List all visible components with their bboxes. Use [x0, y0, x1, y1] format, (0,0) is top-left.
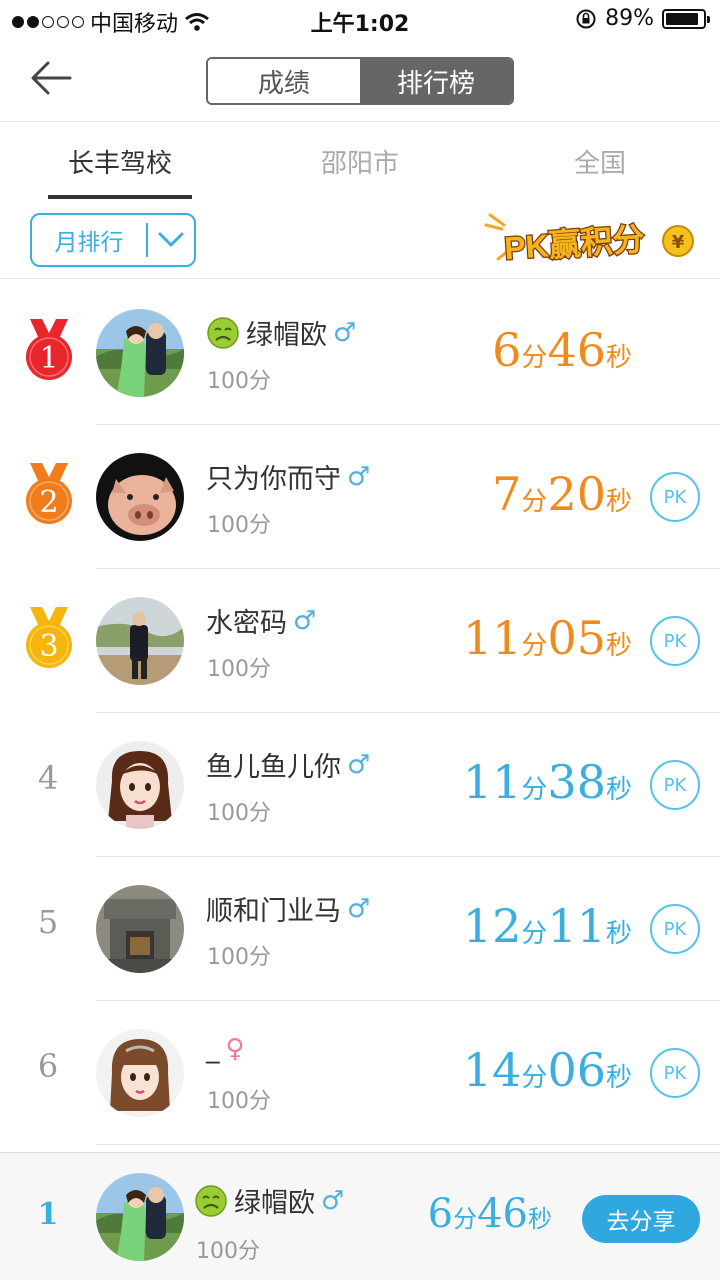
username: 绿帽欧 ♂ — [206, 313, 356, 352]
rotation-lock-icon — [576, 9, 596, 28]
segmented-control: 成绩 排行榜 — [206, 57, 514, 105]
sick-face-emoji-icon — [195, 1184, 227, 1217]
username: 水密码 ♂ — [206, 601, 316, 640]
male-gender-icon: ♂ — [333, 317, 357, 348]
completion-time: 11分38秒 — [462, 755, 632, 809]
filter-row: 月排行 PK赢积分 ¥ — [0, 201, 720, 279]
pk-challenge-button[interactable]: PK — [650, 904, 700, 954]
svg-text:3: 3 — [39, 629, 58, 664]
completion-time: 6分46秒 — [492, 323, 632, 377]
tab-national[interactable]: 全国 — [528, 143, 672, 180]
avatar[interactable] — [96, 885, 184, 973]
battery-percent: 89% — [605, 6, 654, 31]
user-score: 100分 — [207, 1089, 271, 1114]
battery-icon — [662, 8, 710, 29]
my-username: 绿帽欧 ♂ — [194, 1181, 344, 1220]
svg-text:2: 2 — [39, 485, 58, 520]
region-tabs: 长丰驾校 邵阳市 全国 — [0, 123, 720, 201]
male-gender-icon: ♂ — [293, 605, 317, 636]
avatar[interactable] — [96, 597, 184, 685]
avatar[interactable] — [96, 453, 184, 541]
rank-number: 6 — [37, 1047, 59, 1085]
pk-earn-points-banner[interactable]: PK赢积分 ¥ — [484, 211, 698, 269]
ranking-row[interactable]: 1 绿帽欧 ♂ 100分 6分46秒 — [0, 281, 720, 425]
completion-time: 7分20秒 — [492, 467, 632, 521]
avatar[interactable] — [96, 1029, 184, 1117]
username: 鱼儿鱼儿你 ♂ — [206, 745, 370, 784]
nav-bar: 成绩 排行榜 — [0, 40, 720, 122]
avatar[interactable] — [96, 309, 184, 397]
period-dropdown-label: 月排行 — [54, 230, 124, 256]
ranking-row[interactable]: 3 水密码 ♂ 100分 11分05秒 PK — [0, 569, 720, 713]
rank-number: 5 — [37, 903, 59, 941]
username-text: 水密码 — [206, 608, 287, 639]
ranking-row[interactable]: 4 鱼儿鱼儿你 ♂ 100分 11分38秒 PK — [0, 713, 720, 857]
ranking-row[interactable]: 5 顺和门业马 ♂ 100分 12分11秒 PK — [0, 857, 720, 1001]
avatar[interactable] — [96, 741, 184, 829]
male-gender-icon: ♂ — [321, 1185, 345, 1216]
svg-text:¥: ¥ — [672, 232, 685, 253]
username-text: _ — [206, 1033, 220, 1064]
female-gender-icon: ♀ — [225, 1033, 245, 1064]
battery-info: 89% — [575, 6, 710, 31]
segment-scores[interactable]: 成绩 — [208, 59, 360, 103]
male-gender-icon: ♂ — [347, 461, 371, 492]
period-dropdown[interactable]: 月排行 — [30, 213, 196, 267]
user-score: 100分 — [207, 801, 271, 826]
my-rank-number: 1 — [37, 1197, 59, 1232]
male-gender-icon: ♂ — [347, 749, 371, 780]
svg-text:PK赢积分: PK赢积分 — [503, 221, 646, 267]
username: _ ♀ — [206, 1033, 245, 1064]
svg-text:1: 1 — [39, 341, 58, 376]
username-text: 鱼儿鱼儿你 — [206, 752, 341, 783]
row-divider — [96, 1144, 720, 1145]
completion-time: 14分06秒 — [462, 1043, 632, 1097]
my-rank-bar: 1 绿帽欧 ♂ 100分 6分46秒 去分享 — [0, 1152, 720, 1280]
ranking-row[interactable]: 6 _ ♀ 100分 14分06秒 PK — [0, 1001, 720, 1145]
username-text: 顺和门业马 — [206, 896, 341, 927]
share-button[interactable]: 去分享 — [582, 1195, 700, 1243]
rank-medal-icon: 3 — [22, 605, 76, 671]
tab-school[interactable]: 长丰驾校 — [48, 143, 192, 180]
completion-time: 12分11秒 — [462, 899, 632, 953]
active-tab-indicator — [48, 195, 192, 199]
pk-challenge-button[interactable]: PK — [650, 616, 700, 666]
user-score: 100分 — [207, 945, 271, 970]
chevron-down-icon — [158, 232, 184, 247]
rank-medal-icon: 2 — [22, 461, 76, 527]
status-bar: 中国移动 上午1:02 89% — [0, 0, 720, 40]
pk-challenge-button[interactable]: PK — [650, 472, 700, 522]
male-gender-icon: ♂ — [347, 893, 371, 924]
completion-time: 11分05秒 — [462, 611, 632, 665]
username: 只为你而守 ♂ — [206, 457, 370, 496]
ranking-row[interactable]: 2 只为你而守 ♂ 100分 7分20秒 PK — [0, 425, 720, 569]
username: 顺和门业马 ♂ — [206, 889, 370, 928]
user-score: 100分 — [207, 657, 271, 682]
user-score: 100分 — [207, 369, 271, 394]
username-text: 绿帽欧 — [246, 320, 327, 351]
user-score: 100分 — [207, 513, 271, 538]
avatar[interactable] — [96, 1173, 184, 1261]
my-score: 100分 — [196, 1239, 260, 1264]
rank-medal-icon: 1 — [22, 317, 76, 383]
rank-number: 4 — [37, 759, 59, 797]
my-time: 6分46秒 — [427, 1191, 552, 1237]
pk-challenge-button[interactable]: PK — [650, 760, 700, 810]
pk-challenge-button[interactable]: PK — [650, 1048, 700, 1098]
segment-ranking[interactable]: 排行榜 — [360, 59, 512, 103]
username-text: 只为你而守 — [206, 464, 341, 495]
back-arrow-icon[interactable] — [26, 56, 76, 100]
sick-face-emoji-icon — [207, 316, 239, 349]
tab-city[interactable]: 邵阳市 — [288, 143, 432, 180]
username-text: 绿帽欧 — [234, 1188, 315, 1219]
